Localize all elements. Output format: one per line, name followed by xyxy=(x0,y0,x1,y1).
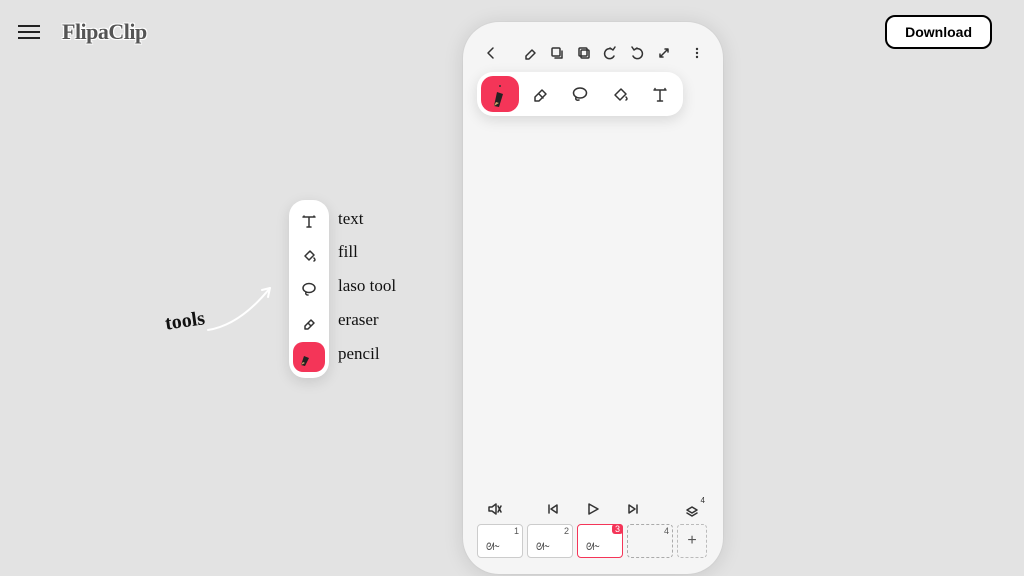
frame-2[interactable]: 2ᘛ⁓ xyxy=(527,524,573,558)
fill-tool[interactable] xyxy=(293,240,325,270)
text-tool[interactable] xyxy=(293,206,325,236)
add-frame-button[interactable]: + xyxy=(677,524,707,558)
frame-3[interactable]: 3ᘛ⁓ xyxy=(577,524,623,558)
next-icon[interactable] xyxy=(624,500,642,518)
frame-1[interactable]: 1ᘛ⁓ xyxy=(477,524,523,558)
label-pencil: pencil xyxy=(338,344,380,364)
layers-count: 4 xyxy=(701,496,705,505)
fill-tool-h[interactable] xyxy=(601,76,639,112)
copy-icon[interactable] xyxy=(547,42,568,64)
back-icon[interactable] xyxy=(481,42,502,64)
app-bar xyxy=(475,34,711,74)
undo-icon[interactable] xyxy=(600,42,621,64)
label-fill: fill xyxy=(338,242,358,262)
vertical-toolbar xyxy=(289,200,329,378)
expand-icon[interactable] xyxy=(654,42,675,64)
eraser-icon[interactable] xyxy=(520,42,541,64)
eraser-tool[interactable] xyxy=(293,308,325,338)
label-eraser: eraser xyxy=(338,310,379,330)
play-icon[interactable] xyxy=(584,500,602,518)
text-tool-h[interactable] xyxy=(641,76,679,112)
frames-row: 1ᘛ⁓ 2ᘛ⁓ 3ᘛ⁓ 4 + xyxy=(475,524,711,562)
logo: FlipaClip xyxy=(62,19,147,45)
download-button[interactable]: Download xyxy=(885,15,992,49)
layers-icon[interactable]: 4 xyxy=(683,500,701,518)
frame-4[interactable]: 4 xyxy=(627,524,673,558)
tools-annotation: tools xyxy=(164,307,207,335)
horizontal-toolbar xyxy=(477,72,683,116)
eraser-tool-h[interactable] xyxy=(521,76,559,112)
laso-tool[interactable] xyxy=(293,274,325,304)
mute-icon[interactable] xyxy=(485,500,503,518)
label-laso: laso tool xyxy=(338,276,396,296)
redo-icon[interactable] xyxy=(627,42,648,64)
more-icon[interactable] xyxy=(686,42,707,64)
label-text: text xyxy=(338,209,364,229)
pencil-tool-h[interactable] xyxy=(481,76,519,112)
pencil-tool[interactable] xyxy=(293,342,325,372)
phone-mockup: 4 1ᘛ⁓ 2ᘛ⁓ 3ᘛ⁓ 4 + xyxy=(463,22,723,574)
menu-icon[interactable] xyxy=(18,25,40,39)
laso-tool-h[interactable] xyxy=(561,76,599,112)
arrow-annotation xyxy=(200,270,300,340)
playback-bar: 4 xyxy=(475,494,711,524)
paste-icon[interactable] xyxy=(573,42,594,64)
prev-icon[interactable] xyxy=(544,500,562,518)
